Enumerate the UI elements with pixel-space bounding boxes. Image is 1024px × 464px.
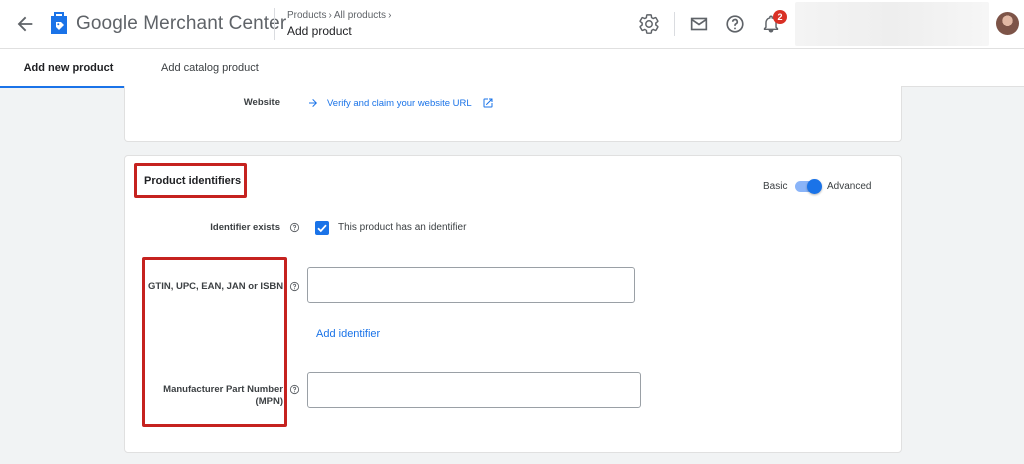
website-label: Website	[243, 97, 280, 108]
breadcrumb: Products › All products ›	[287, 10, 393, 21]
section-title: Product identifiers	[144, 175, 242, 187]
help-icon[interactable]	[289, 281, 300, 292]
chevron-right-icon: ›	[388, 10, 392, 21]
gtin-label: GTIN, UPC, EAN, JAN or ISBN	[148, 281, 284, 292]
breadcrumb-all-products[interactable]: All products	[334, 10, 386, 21]
gtin-input[interactable]	[307, 267, 635, 303]
app-bar: Google Merchant Center Products › All prod…	[0, 0, 1024, 49]
basic-advanced-toggle[interactable]	[795, 179, 822, 194]
mpn-label-line2: (MPN)	[255, 396, 283, 407]
verify-website-link[interactable]: Verify and claim your website URL	[327, 98, 472, 109]
chevron-right-icon: ›	[328, 10, 332, 21]
gear-icon[interactable]	[638, 13, 660, 35]
help-icon[interactable]	[289, 384, 300, 395]
mail-icon[interactable]	[688, 13, 710, 35]
arrow-forward-icon	[309, 99, 317, 107]
help-icon[interactable]	[724, 13, 746, 35]
account-info-blurred	[795, 2, 989, 46]
help-icon[interactable]	[289, 222, 300, 233]
tab-bar: Add new product Add catalog product	[0, 49, 1024, 88]
header-divider	[274, 8, 275, 40]
brand-title: Google Merchant Center	[76, 13, 287, 34]
avatar[interactable]	[996, 12, 1019, 35]
mode-basic-label[interactable]: Basic	[763, 181, 787, 192]
website-card	[124, 86, 902, 142]
tab-add-new-product[interactable]: Add new product	[0, 49, 137, 88]
toggle-thumb	[807, 179, 822, 194]
add-identifier-link[interactable]: Add identifier	[316, 328, 380, 340]
page-title: Add product	[287, 24, 352, 38]
merchant-logo-icon	[51, 12, 67, 34]
identifier-checkbox-text: This product has an identifier	[338, 222, 467, 233]
notification-badge: 2	[773, 10, 787, 24]
identifier-exists-checkbox[interactable]	[315, 221, 329, 235]
arrow-back-icon[interactable]	[14, 13, 36, 35]
breadcrumb-products[interactable]: Products	[287, 10, 326, 21]
tab-add-catalog-product[interactable]: Add catalog product	[161, 49, 259, 87]
check-icon	[317, 224, 327, 233]
open-in-new-icon[interactable]	[482, 97, 494, 109]
header-divider	[674, 12, 675, 36]
identifier-exists-label: Identifier exists	[210, 222, 280, 233]
mpn-label-line1: Manufacturer Part Number	[163, 384, 283, 395]
mpn-input[interactable]	[307, 372, 641, 408]
mode-advanced-label[interactable]: Advanced	[827, 181, 871, 192]
